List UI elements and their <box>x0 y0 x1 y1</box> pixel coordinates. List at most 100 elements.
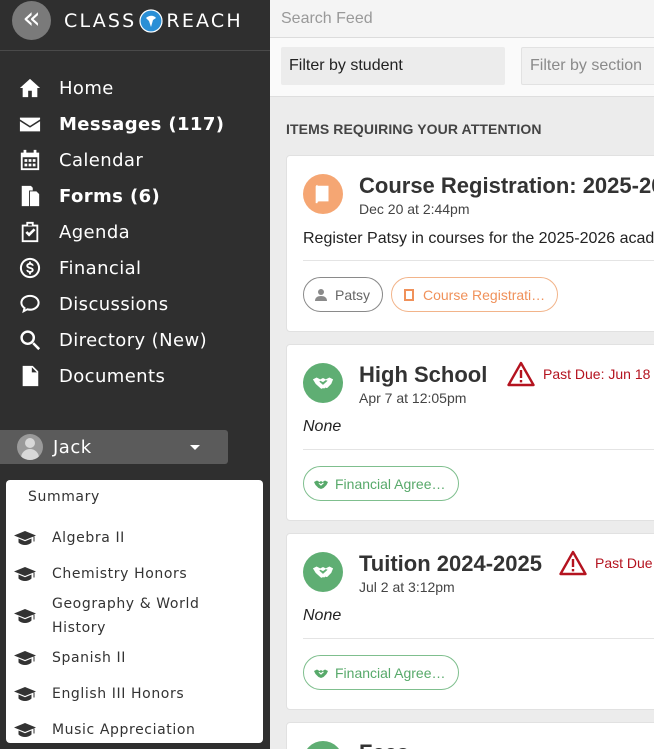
nav-label: Agenda <box>59 221 131 243</box>
category-chip[interactable]: Financial Agree… <box>303 655 459 690</box>
filter-by-section-select[interactable]: Filter by section <box>521 47 654 85</box>
handshake-icon <box>314 480 328 489</box>
past-due-text: Past Due: Jun 18 <box>543 366 651 382</box>
past-due-text: Past Due <box>595 555 653 571</box>
attention-heading: ITEMS REQUIRING YOUR ATTENTION <box>286 121 542 137</box>
student-selector[interactable]: Jack <box>0 430 228 464</box>
nav-label: Home <box>59 77 114 99</box>
graduation-cap-icon <box>14 608 36 624</box>
nav-item-forms[interactable]: Forms (6) <box>0 178 270 214</box>
handshake-icon <box>303 363 343 403</box>
nav-label: Discussions <box>59 293 169 315</box>
category-chip[interactable]: Financial Agree… <box>303 466 459 501</box>
nav-label: Documents <box>59 365 166 387</box>
graduation-cap-icon <box>14 686 36 702</box>
course-label-line: Geography & World <box>52 596 200 612</box>
card-divider <box>303 449 654 450</box>
past-due-badge: Past Due <box>559 550 653 576</box>
course-label: Chemistry Honors <box>52 566 188 582</box>
card-divider <box>303 638 654 639</box>
collapse-sidebar-button[interactable]: « <box>12 1 51 40</box>
card-description: None <box>303 607 342 624</box>
chevron-down-icon <box>190 445 200 450</box>
course-menu: Summary Algebra II Chemistry Honors Geog… <box>6 480 263 743</box>
course-label-line: History <box>52 620 107 636</box>
nav-item-documents[interactable]: Documents <box>0 358 270 394</box>
classreach-logo: CLASS REACH <box>64 9 243 33</box>
search-bar <box>270 0 654 38</box>
clipboard-check-icon <box>18 220 42 244</box>
course-label: English III Honors <box>52 686 185 702</box>
filter-bar: Filter by student Filter by section <box>270 38 654 97</box>
student-chip[interactable]: Patsy <box>303 277 384 312</box>
course-item-music-appreciation[interactable]: Music Appreciation <box>6 712 263 748</box>
course-label: Music Appreciation <box>52 722 196 738</box>
nav-label: Calendar <box>59 149 144 171</box>
sidebar-divider <box>0 50 270 51</box>
course-item-summary[interactable]: Summary <box>6 485 263 509</box>
chip-label: Financial Agree… <box>335 664 446 681</box>
nav-item-directory[interactable]: Directory (New) <box>0 322 270 358</box>
feed-card-fees[interactable]: Fees <box>286 722 654 749</box>
search-icon <box>18 328 42 352</box>
course-item-english-iii-honors[interactable]: English III Honors <box>6 676 263 712</box>
nav-item-discussions[interactable]: Discussions <box>0 286 270 322</box>
book-icon <box>303 174 343 214</box>
chip-label: Patsy <box>335 286 371 303</box>
nav-label: Directory (New) <box>59 329 207 351</box>
feed-card-high-school[interactable]: High School Apr 7 at 12:05pm Past Due: J… <box>286 344 654 521</box>
card-divider <box>303 260 654 261</box>
graduation-cap-icon <box>14 530 36 546</box>
graduation-cap-icon <box>14 566 36 582</box>
calendar-icon <box>18 148 42 172</box>
logo-text-reach: REACH <box>166 10 243 32</box>
card-title: Fees <box>359 740 409 749</box>
course-item-spanish-ii[interactable]: Spanish II <box>6 640 263 676</box>
search-feed-input[interactable] <box>281 0 654 38</box>
feed-card-course-registration[interactable]: Course Registration: 2025-2026 Dec 20 at… <box>286 155 654 332</box>
warning-icon <box>559 550 587 576</box>
nav-label: Messages (117) <box>59 113 225 135</box>
course-label: Spanish II <box>52 650 126 666</box>
student-name: Jack <box>53 436 92 458</box>
main-nav: Home Messages (117) Calendar Forms (6) A… <box>0 70 270 394</box>
course-item-algebra-ii[interactable]: Algebra II <box>6 520 263 556</box>
course-item-chemistry-honors[interactable]: Chemistry Honors <box>6 556 263 592</box>
category-chip[interactable]: Course Registrati… <box>391 277 559 312</box>
dollar-circle-icon <box>18 256 42 280</box>
nav-item-calendar[interactable]: Calendar <box>0 142 270 178</box>
course-label: Summary <box>28 489 100 505</box>
card-date: Jul 2 at 3:12pm <box>359 579 455 595</box>
chip-label: Course Registrati… <box>423 286 546 303</box>
warning-icon <box>507 361 535 387</box>
nav-item-financial[interactable]: Financial <box>0 250 270 286</box>
envelope-icon <box>18 112 42 136</box>
course-label: Geography & World History <box>52 592 199 640</box>
handshake-icon <box>314 669 328 678</box>
card-title: Course Registration: 2025-2026 <box>359 173 654 198</box>
speech-bubble-icon <box>18 292 42 316</box>
graduation-cap-icon <box>14 650 36 666</box>
course-item-geography-world-history[interactable]: Geography & World History <box>6 592 263 640</box>
handshake-icon <box>303 741 343 749</box>
nav-item-agenda[interactable]: Agenda <box>0 214 270 250</box>
past-due-badge: Past Due: Jun 18 <box>507 361 650 387</box>
filter-by-student-select[interactable]: Filter by student <box>281 47 505 85</box>
forms-icon <box>18 184 42 208</box>
graduation-cap-icon <box>14 722 36 738</box>
nav-label: Financial <box>59 257 142 279</box>
chip-label: Financial Agree… <box>335 475 446 492</box>
card-date: Apr 7 at 12:05pm <box>359 390 467 406</box>
person-icon <box>315 288 327 301</box>
card-date: Dec 20 at 2:44pm <box>359 201 470 217</box>
main-feed: Filter by student Filter by section ITEM… <box>270 0 654 749</box>
logo-text-class: CLASS <box>64 10 137 32</box>
student-avatar <box>17 434 43 460</box>
book-icon <box>404 288 414 301</box>
nav-item-messages[interactable]: Messages (117) <box>0 106 270 142</box>
document-icon <box>18 364 42 388</box>
card-description: None <box>303 418 342 435</box>
nav-item-home[interactable]: Home <box>0 70 270 106</box>
feed-card-tuition[interactable]: Tuition 2024-2025 Jul 2 at 3:12pm Past D… <box>286 533 654 710</box>
handshake-icon <box>303 552 343 592</box>
